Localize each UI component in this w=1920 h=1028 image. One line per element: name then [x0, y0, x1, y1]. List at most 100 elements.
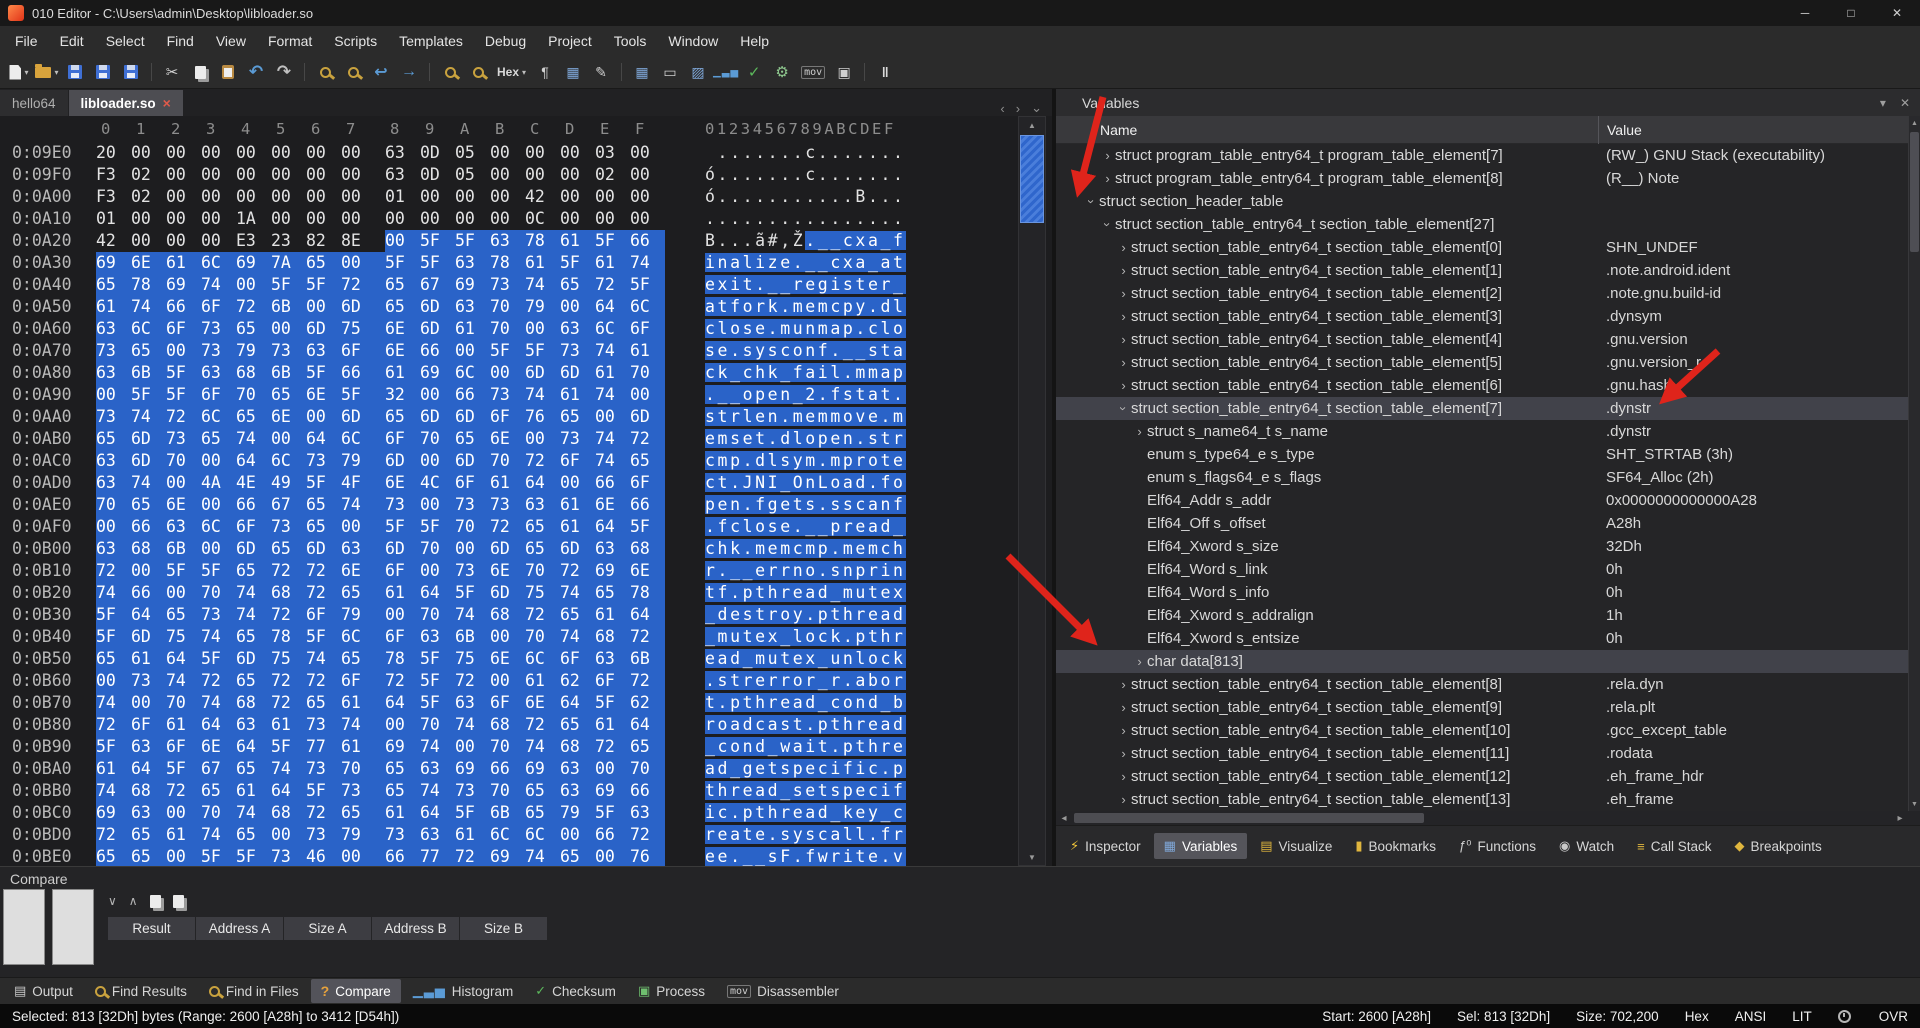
- hex-byte[interactable]: 8E: [341, 230, 385, 252]
- hex-byte[interactable]: 79: [525, 296, 560, 318]
- hex-byte[interactable]: F3: [96, 186, 131, 208]
- variable-row[interactable]: Elf64_Xword s_entsize 0h: [1056, 627, 1920, 650]
- hex-byte[interactable]: 00: [306, 296, 341, 318]
- hex-byte[interactable]: 05: [455, 142, 490, 164]
- expand-arrow-icon[interactable]: ›: [1116, 700, 1131, 715]
- hex-byte[interactable]: F3: [96, 164, 131, 186]
- hex-byte[interactable]: 63: [490, 230, 525, 252]
- hex-byte[interactable]: 00: [490, 362, 525, 384]
- hex-byte[interactable]: 00: [525, 428, 560, 450]
- hex-byte[interactable]: 00: [420, 560, 455, 582]
- hex-byte[interactable]: 6E: [341, 560, 385, 582]
- hex-byte[interactable]: 6E: [166, 494, 201, 516]
- hex-byte[interactable]: 68: [271, 802, 306, 824]
- hex-byte[interactable]: 66: [385, 846, 420, 866]
- expand-arrow-icon[interactable]: ›: [1132, 424, 1147, 439]
- variable-row[interactable]: › struct section_table_entry64_t section_…: [1056, 236, 1920, 259]
- hex-byte[interactable]: 7A: [271, 252, 306, 274]
- hex-byte[interactable]: 73: [201, 318, 236, 340]
- open-file-button[interactable]: ▾: [34, 59, 60, 85]
- hex-byte[interactable]: 75: [455, 648, 490, 670]
- variable-row[interactable]: Elf64_Xword s_size 32Dh: [1056, 535, 1920, 558]
- hex-byte[interactable]: 00: [271, 428, 306, 450]
- hex-byte[interactable]: 65: [455, 428, 490, 450]
- hex-byte[interactable]: 68: [236, 362, 271, 384]
- hex-byte[interactable]: 63: [455, 692, 490, 714]
- hex-byte[interactable]: 6D: [455, 450, 490, 472]
- hex-byte[interactable]: 62: [630, 692, 665, 714]
- hex-byte[interactable]: 6D: [385, 450, 420, 472]
- variable-row[interactable]: enum s_flags64_e s_flags SF64_Alloc (2h): [1056, 466, 1920, 489]
- compare-file-b-box[interactable]: [52, 889, 94, 965]
- compare-column-size-b[interactable]: Size B: [460, 917, 547, 940]
- hex-byte[interactable]: 67: [201, 758, 236, 780]
- hex-byte[interactable]: 68: [490, 604, 525, 626]
- hex-ascii-text[interactable]: chk.memcmp.memch: [705, 538, 906, 560]
- hex-byte[interactable]: 5F: [306, 274, 341, 296]
- hex-byte[interactable]: 65: [560, 714, 595, 736]
- hex-byte[interactable]: 5F: [341, 384, 385, 406]
- hex-byte[interactable]: 00: [341, 846, 385, 866]
- hex-byte[interactable]: 00: [236, 274, 271, 296]
- panel-tab-inspector[interactable]: ⚡ Inspector: [1060, 833, 1151, 859]
- hex-byte[interactable]: 5F: [420, 252, 455, 274]
- hex-byte[interactable]: 73: [455, 780, 490, 802]
- hex-byte[interactable]: 00: [385, 230, 420, 252]
- hex-byte[interactable]: 5F: [455, 230, 490, 252]
- hex-byte[interactable]: 66: [131, 582, 166, 604]
- hex-byte[interactable]: 70: [201, 582, 236, 604]
- hex-byte[interactable]: 72: [306, 802, 341, 824]
- hex-byte[interactable]: 64: [131, 758, 166, 780]
- hex-byte[interactable]: 1A: [236, 208, 271, 230]
- hex-ascii-text[interactable]: ó.......c.......: [705, 164, 906, 186]
- hex-byte[interactable]: 73: [385, 494, 420, 516]
- hex-byte[interactable]: 79: [341, 604, 385, 626]
- hex-byte[interactable]: 65: [385, 406, 420, 428]
- hex-byte[interactable]: 74: [560, 626, 595, 648]
- hex-byte[interactable]: 64: [525, 472, 560, 494]
- hex-ascii-text[interactable]: se.sysconf.__sta: [705, 340, 906, 362]
- hex-byte[interactable]: 5F: [420, 230, 455, 252]
- hex-byte[interactable]: 6C: [201, 252, 236, 274]
- scroll-down-icon[interactable]: ▼: [1909, 797, 1920, 811]
- hex-byte[interactable]: 72: [96, 714, 131, 736]
- hex-byte[interactable]: 5F: [201, 560, 236, 582]
- hex-byte[interactable]: 23: [271, 230, 306, 252]
- hex-ascii-text[interactable]: close.munmap.clo: [705, 318, 906, 340]
- hex-byte[interactable]: 61: [385, 362, 420, 384]
- hex-byte[interactable]: 00: [306, 186, 341, 208]
- hex-byte[interactable]: 68: [630, 538, 665, 560]
- hex-byte[interactable]: 70: [525, 560, 560, 582]
- hex-byte[interactable]: 72: [201, 670, 236, 692]
- hex-byte[interactable]: 46: [306, 846, 341, 866]
- hex-byte[interactable]: 00: [560, 824, 595, 846]
- hex-byte[interactable]: 5F: [271, 274, 306, 296]
- hex-byte[interactable]: 77: [306, 736, 341, 758]
- hex-byte[interactable]: 66: [595, 472, 630, 494]
- hex-byte[interactable]: 73: [490, 384, 525, 406]
- hex-byte[interactable]: 79: [341, 824, 385, 846]
- hex-byte[interactable]: 65: [525, 802, 560, 824]
- hex-ascii-text[interactable]: thread_setspecif: [705, 780, 906, 802]
- tab-hello64[interactable]: hello64: [0, 90, 68, 116]
- hex-byte[interactable]: 63: [306, 340, 341, 362]
- hex-byte[interactable]: 6B: [131, 362, 166, 384]
- expand-arrow-icon[interactable]: ›: [1116, 378, 1131, 393]
- hex-byte[interactable]: 6E: [201, 736, 236, 758]
- value-column-header[interactable]: Value: [1598, 115, 1920, 144]
- hex-byte[interactable]: 03: [595, 142, 630, 164]
- hex-byte[interactable]: 6D: [630, 406, 665, 428]
- hex-byte[interactable]: 00: [630, 384, 665, 406]
- checksum-tool-button[interactable]: ✓: [741, 59, 767, 85]
- hex-byte[interactable]: 64: [236, 736, 271, 758]
- panel-tab-bookmarks[interactable]: ▮ Bookmarks: [1345, 833, 1446, 859]
- compare-column-address-b[interactable]: Address B: [372, 917, 459, 940]
- hex-byte[interactable]: 74: [455, 604, 490, 626]
- bottom-tab-find-in-files[interactable]: Find in Files: [199, 980, 309, 1003]
- hex-byte[interactable]: 73: [271, 846, 306, 866]
- compare-expand-icon[interactable]: ∧: [129, 894, 138, 908]
- hex-byte[interactable]: 65: [385, 274, 420, 296]
- hex-byte[interactable]: 6C: [341, 626, 385, 648]
- save-all-button[interactable]: [118, 59, 144, 85]
- hex-byte[interactable]: 6F: [595, 670, 630, 692]
